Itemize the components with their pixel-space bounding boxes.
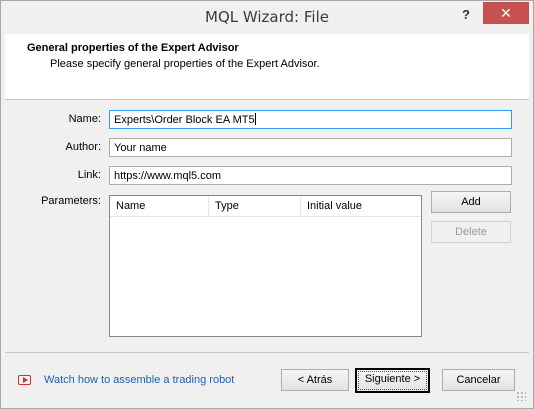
parameters-table[interactable]: Name Type Initial value [109,195,422,337]
wizard-footer: Watch how to assemble a trading robot < … [5,352,529,404]
text-caret [254,113,256,125]
cancel-button[interactable]: Cancelar [442,369,515,391]
resize-grip[interactable] [516,391,526,401]
header-subtitle: Please specify general properties of the… [50,58,320,70]
column-header-name[interactable]: Name [110,196,209,216]
author-input[interactable]: Your name [109,138,512,157]
video-play-icon[interactable] [18,375,31,385]
link-label: Link: [77,169,101,181]
column-header-initial-value[interactable]: Initial value [301,196,421,216]
delete-button[interactable]: Delete [431,221,511,243]
parameters-label: Parameters: [41,195,101,207]
wizard-header: General properties of the Expert Advisor… [5,34,529,100]
parameters-table-header: Name Type Initial value [110,196,421,217]
close-icon: ✕ [500,5,512,21]
back-button[interactable]: < Atrás [281,369,349,391]
name-label: Name: [68,113,101,125]
next-button[interactable]: Siguiente > [355,368,430,393]
author-label: Author: [65,141,101,153]
help-icon[interactable]: ? [453,5,479,25]
watch-tutorial-link[interactable]: Watch how to assemble a trading robot [44,374,234,386]
link-input[interactable]: https://www.mql5.com [109,166,512,185]
header-title: General properties of the Expert Advisor [27,42,239,54]
mql-wizard-dialog: MQL Wizard: File ? ✕ General properties … [0,0,534,409]
name-input[interactable]: Experts\Order Block EA MT5 [109,110,512,129]
next-button-label: Siguiente > [364,373,421,385]
column-header-type[interactable]: Type [209,196,301,216]
form-area: Name: Experts\Order Block EA MT5 Author:… [5,101,529,351]
close-button[interactable]: ✕ [483,2,529,24]
name-input-text: Experts\Order Block EA MT5 [114,114,255,126]
title-bar[interactable]: MQL Wizard: File ? ✕ [1,1,533,32]
add-button[interactable]: Add [431,191,511,213]
